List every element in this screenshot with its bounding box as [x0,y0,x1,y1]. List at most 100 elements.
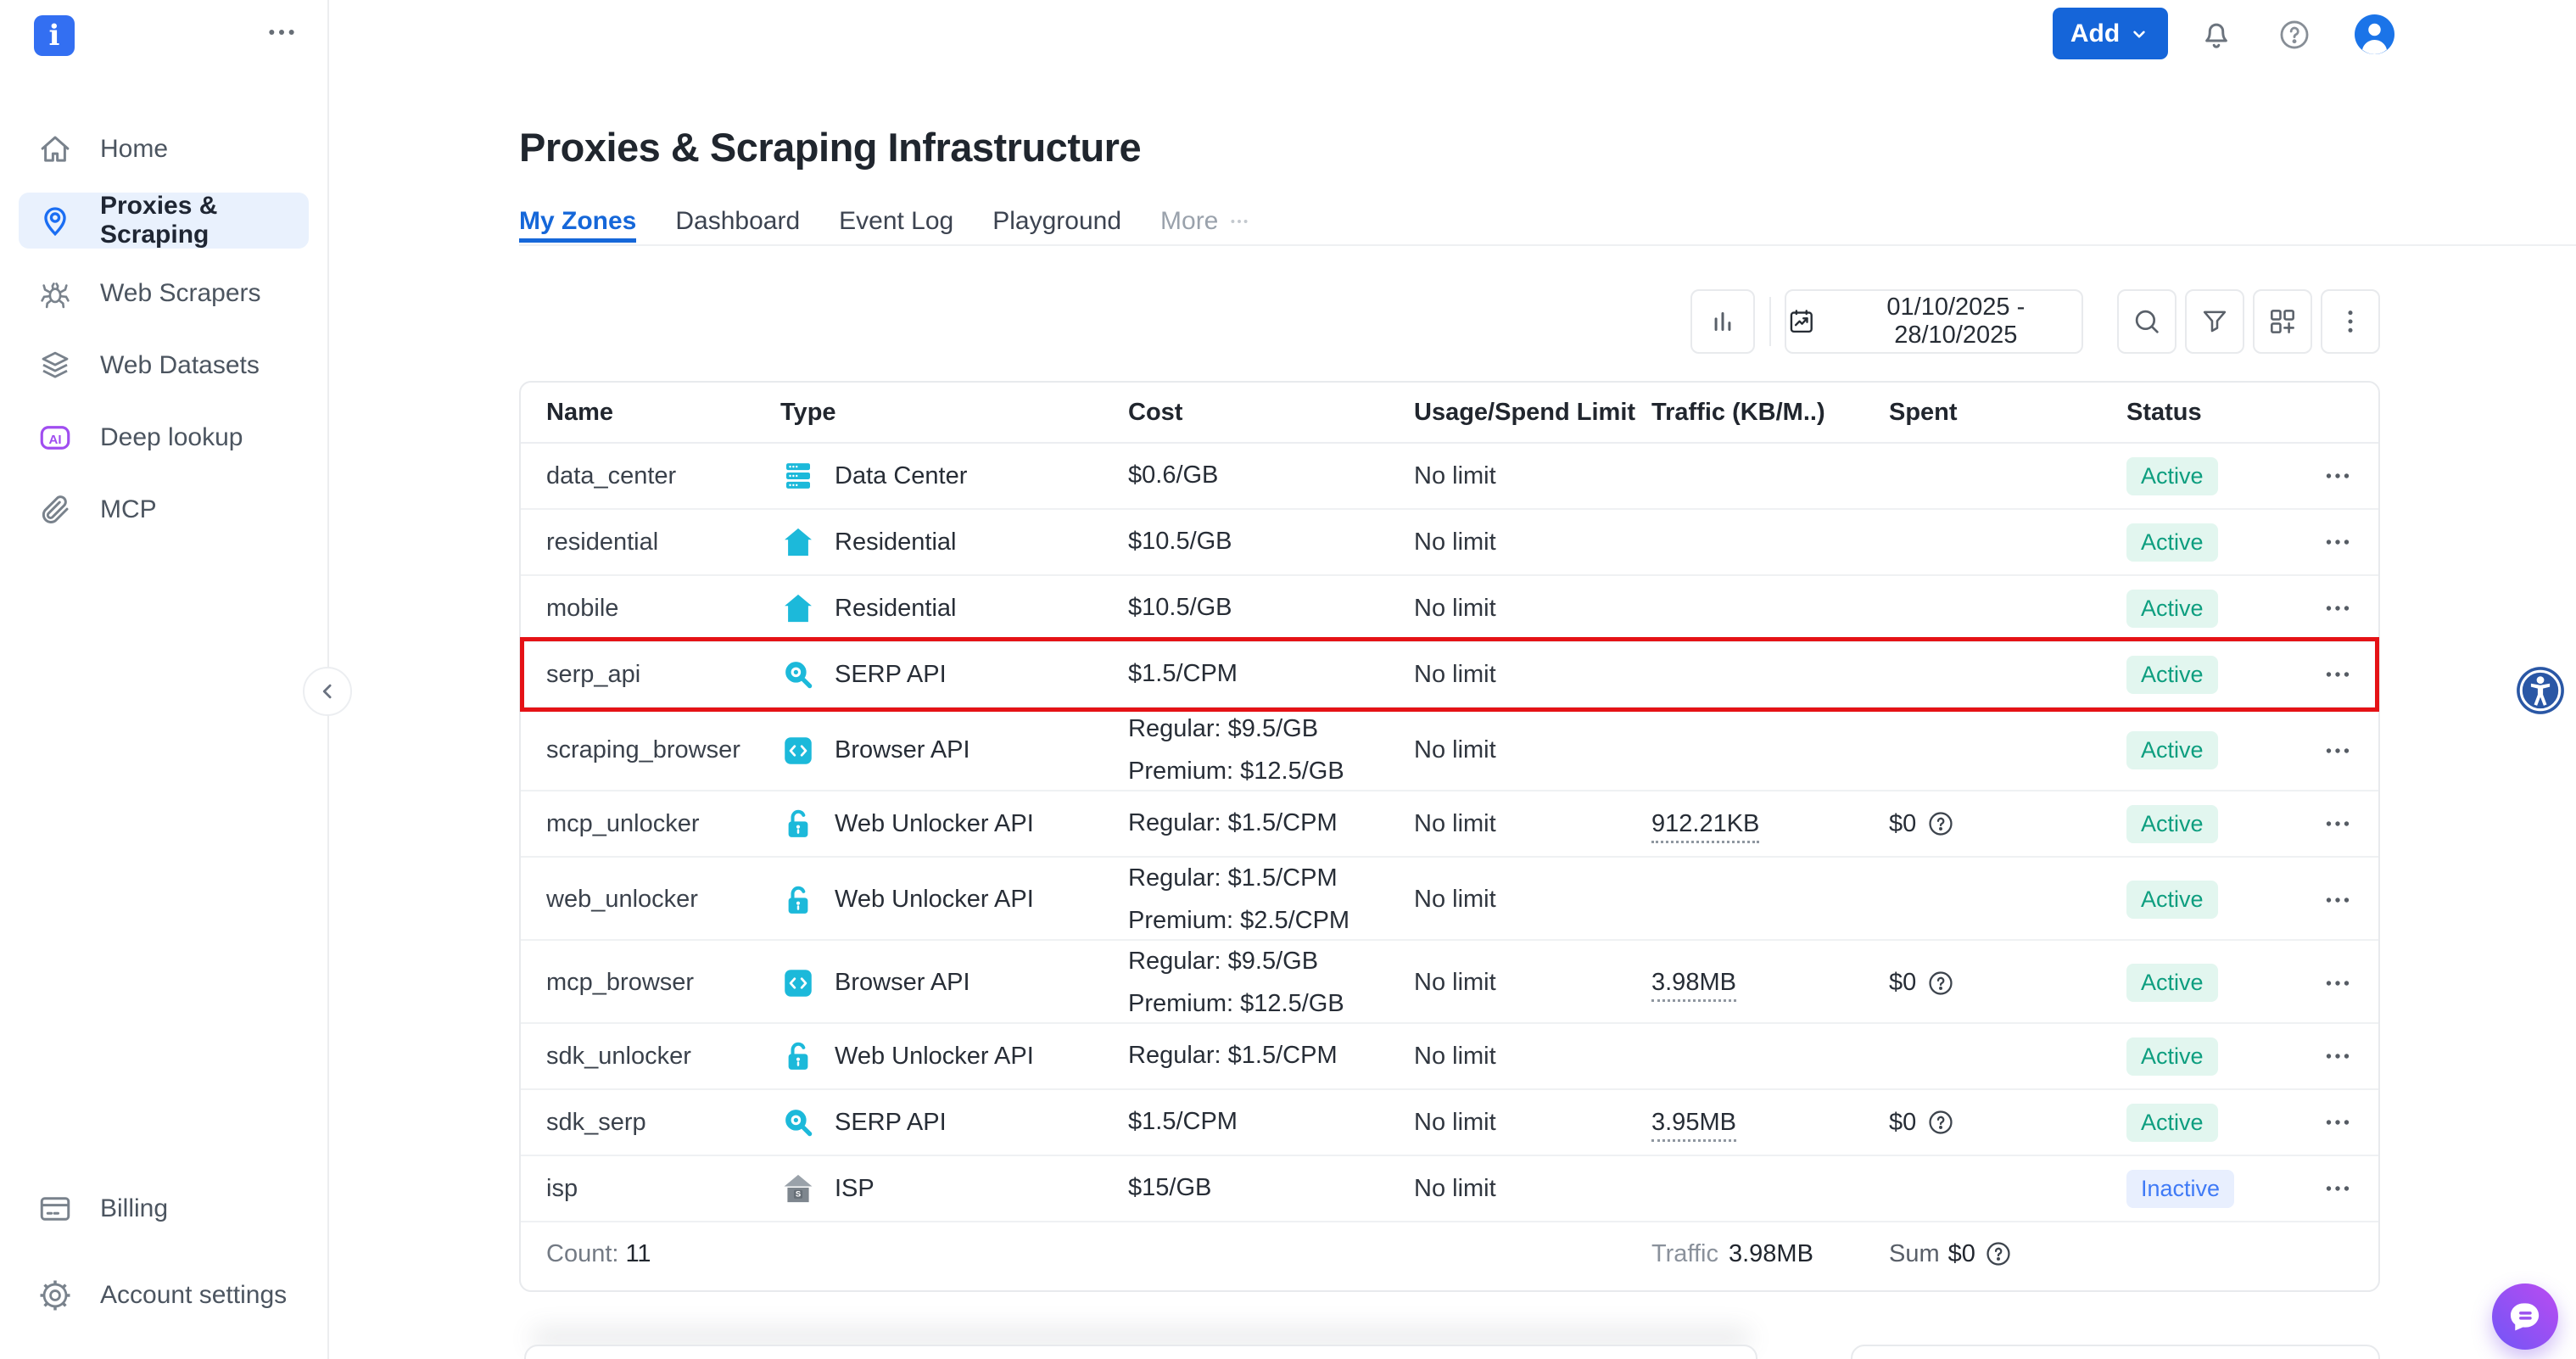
accessibility-button[interactable] [2514,664,2567,717]
chat-bubble-icon [2506,1298,2544,1335]
row-actions-menu[interactable] [2322,1107,2353,1138]
add-button[interactable]: Add [2053,8,2168,59]
row-actions-menu[interactable] [2322,968,2353,998]
sidebar-item-web-datasets[interactable]: Web Datasets [0,329,327,401]
user-avatar[interactable] [2355,14,2394,54]
search-button[interactable] [2117,289,2176,354]
row-actions-menu[interactable] [2322,735,2353,766]
row-actions-menu[interactable] [2322,885,2353,915]
tab-playground[interactable]: Playground [992,204,1121,243]
row-actions-menu[interactable] [2322,593,2353,624]
status-badge: Active [2126,1104,2218,1142]
unlock-icon [780,882,816,918]
table-row-web-unlocker[interactable]: web_unlocker Web Unlocker API Regular: $… [521,858,2378,941]
row-actions-menu[interactable] [2322,1041,2353,1071]
sidebar-item-account-settings[interactable]: Account settings [0,1252,327,1339]
zone-status: Active [2126,881,2313,919]
sidebar-item-label: Billing [100,1194,168,1223]
zone-status: Active [2126,590,2313,628]
sidebar-item-web-scrapers[interactable]: Web Scrapers [0,257,327,329]
status-badge: Active [2126,590,2218,628]
chat-widget-button[interactable] [2492,1284,2558,1350]
row-actions-menu[interactable] [2322,461,2353,491]
spent-total: Sum$0 [1889,1239,2126,1268]
zone-status: Active [2126,731,2313,769]
filter-button[interactable] [2185,289,2244,354]
sidebar-item-label: Home [100,135,168,164]
zone-type-label: Web Unlocker API [835,1043,1034,1071]
sidebar-collapse-button[interactable] [303,667,352,716]
zones-table: NameTypeCostUsage/Spend LimitTraffic (KB… [519,381,2380,1292]
column-header-type: Type [780,399,1128,427]
zone-type: Data Center [780,458,1128,494]
customize-columns-button[interactable] [2253,289,2312,354]
add-button-label: Add [2070,20,2120,48]
table-row-mcp-browser[interactable]: mcp_browser Browser API Regular: $9.5/GB… [521,941,2378,1024]
table-row-sdk-serp[interactable]: sdk_serp SERP API $1.5/CPM No limit 3.95… [521,1090,2378,1156]
zone-cost: $15/GB [1128,1167,1414,1210]
zone-name: mcp_unlocker [546,810,780,838]
sidebar-item-proxies-scraping[interactable]: Proxies & Scraping [19,193,309,249]
tab-more[interactable]: More [1160,204,1250,243]
zone-type: Web Unlocker API [780,882,1128,918]
brand-logo[interactable]: i [34,15,75,56]
sidebar-item-label: Proxies & Scraping [100,192,309,249]
table-row-data-center[interactable]: data_center Data Center $0.6/GB No limit… [521,444,2378,510]
zone-name: sdk_unlocker [546,1043,780,1071]
status-badge: Inactive [2126,1170,2234,1208]
tab-my-zones[interactable]: My Zones [519,204,636,243]
table-row-scraping-browser[interactable]: scraping_browser Browser API Regular: $9… [521,708,2378,791]
zone-name: residential [546,528,780,556]
tab-dashboard[interactable]: Dashboard [675,204,800,243]
more-options-button[interactable] [2321,289,2380,354]
zone-type: Residential [780,524,1128,560]
sidebar-item-billing[interactable]: Billing [0,1166,327,1252]
sidebar-item-mcp[interactable]: MCP [0,473,327,545]
kebab-menu-icon [2334,305,2366,338]
row-actions-menu[interactable] [2322,659,2353,690]
toolbar-divider [1769,297,1771,346]
status-badge: Active [2126,964,2218,1002]
question-circle-icon[interactable] [1984,1239,2013,1268]
tab-label: More [1160,207,1218,236]
zone-name: web_unlocker [546,886,780,914]
sidebar-menu-icon[interactable] [265,15,299,49]
zone-usage-limit: No limit [1414,528,1651,556]
row-actions-menu[interactable] [2322,527,2353,557]
tab-event-log[interactable]: Event Log [839,204,953,243]
zone-usage-limit: No limit [1414,661,1651,689]
table-row-mcp-unlocker[interactable]: mcp_unlocker Web Unlocker API Regular: $… [521,791,2378,858]
zone-type-label: Browser API [835,736,970,764]
zone-status: Inactive [2126,1170,2313,1208]
zone-cost: $10.5/GB [1128,587,1414,629]
chart-view-button[interactable] [1690,289,1755,354]
column-header-spent: Spent [1889,399,2126,427]
table-row-mobile[interactable]: mobile Residential $10.5/GB No limit Act… [521,576,2378,642]
tabs-divider [519,244,2576,246]
card-icon [37,1191,73,1227]
zone-cost: Regular: $1.5/CPMPremium: $2.5/CPM [1128,858,1414,942]
table-row-residential[interactable]: residential Residential $10.5/GB No limi… [521,510,2378,576]
sidebar-item-deep-lookup[interactable]: AIDeep lookup [0,401,327,473]
zone-type: Web Unlocker API [780,806,1128,842]
help-icon[interactable] [2277,17,2312,53]
row-actions-menu[interactable] [2322,1173,2353,1204]
grid-plus-icon [2266,305,2299,338]
layers-icon [37,348,73,383]
zone-status: Active [2126,1104,2313,1142]
tab-label: Dashboard [675,207,800,236]
table-row-serp-api[interactable]: serp_api SERP API $1.5/CPM No limit Acti… [521,642,2378,708]
zone-cost: Regular: $1.5/CPM [1128,1035,1414,1077]
table-row-isp[interactable]: isp SISP $15/GB No limit Inactive [521,1156,2378,1222]
sidebar-item-home[interactable]: Home [0,113,327,185]
zone-usage-limit: No limit [1414,886,1651,914]
date-range-button[interactable]: 01/10/2025 - 28/10/2025 [1785,289,2083,354]
row-actions-menu[interactable] [2322,808,2353,839]
notifications-bell-icon[interactable] [2199,17,2234,53]
zone-type: Browser API [780,965,1128,1001]
zone-usage-limit: No limit [1414,1043,1651,1071]
zone-type-label: Residential [835,595,956,623]
unlock-icon [780,806,816,842]
table-row-sdk-unlocker[interactable]: sdk_unlocker Web Unlocker API Regular: $… [521,1024,2378,1090]
svg-text:S: S [796,1190,801,1200]
